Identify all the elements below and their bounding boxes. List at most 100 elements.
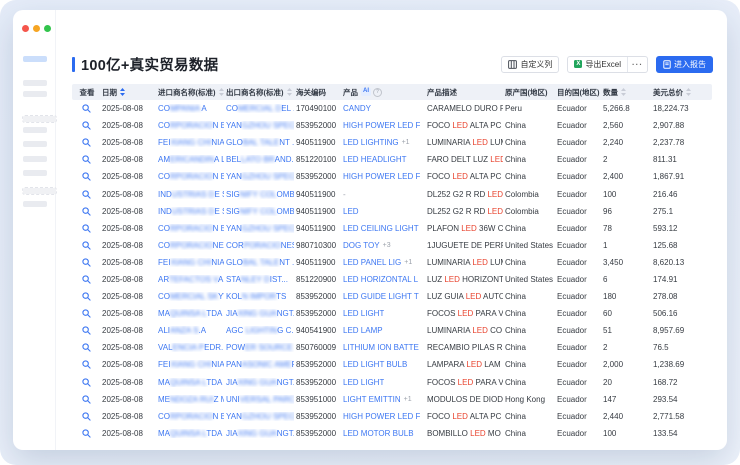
- more-options-button[interactable]: ···: [627, 57, 647, 72]
- quantity-cell: 78: [601, 224, 651, 233]
- importer-name-link[interactable]: ALIANZA S.A: [156, 326, 224, 335]
- magnifier-icon[interactable]: [82, 429, 91, 438]
- product-link[interactable]: DOG TOY: [343, 241, 380, 250]
- importer-name-link[interactable]: COMERCIAL SKYWI...: [156, 292, 224, 301]
- magnifier-icon[interactable]: [82, 275, 91, 284]
- exporter-name-link[interactable]: YANGZHOU SPECIAL LI...: [224, 172, 294, 181]
- export-excel-button[interactable]: X 导出Excel: [568, 57, 627, 72]
- product-link[interactable]: LIGHT EMITTIN: [343, 395, 401, 404]
- importer-name-link[interactable]: MENDOZA RUIZ M...: [156, 395, 224, 404]
- exporter-name-link[interactable]: UNIVERSAL PARCEL ...: [224, 395, 294, 404]
- product-link[interactable]: HIGH POWER LED F: [343, 412, 420, 421]
- product-link[interactable]: LED HORIZONTAL L: [343, 275, 418, 284]
- exporter-name-link[interactable]: YANGZHOU SPECIAL LI...: [224, 121, 294, 130]
- importer-name-link[interactable]: ARTEFACTOS VARA...: [156, 275, 224, 284]
- magnifier-icon[interactable]: [82, 309, 91, 318]
- magnifier-icon[interactable]: [82, 292, 91, 301]
- destination-country-cell: Ecuador: [555, 395, 601, 404]
- magnifier-icon[interactable]: [82, 343, 91, 352]
- importer-name-link[interactable]: CORPORACION E...: [156, 121, 224, 130]
- product-link[interactable]: LED CEILING LIGHT: [343, 224, 419, 233]
- sort-icon[interactable]: [219, 88, 224, 96]
- exporter-name-link[interactable]: YANGZHOU SPECIAL LI...: [224, 224, 294, 233]
- magnifier-icon[interactable]: [82, 104, 91, 113]
- magnifier-icon[interactable]: [82, 395, 91, 404]
- importer-name-link[interactable]: FEIXIANG CHINIA ...: [156, 360, 224, 369]
- exporter-name-link[interactable]: JIAXING GUANGT...: [224, 429, 294, 438]
- product-link[interactable]: LED LIGHT: [343, 309, 384, 318]
- product-link[interactable]: LED LAMP: [343, 326, 383, 335]
- product-link[interactable]: LED MOTOR BULB: [343, 429, 414, 438]
- quantity-cell: 20: [601, 378, 651, 387]
- highlighted-keyword: LED: [487, 190, 503, 199]
- magnifier-icon[interactable]: [82, 224, 91, 233]
- exporter-name-link[interactable]: GLOBAL TALENT ...: [224, 258, 294, 267]
- column-header-view: 查看: [72, 87, 100, 98]
- exporter-name-link[interactable]: JIAXING GUANGT...: [224, 378, 294, 387]
- sort-icon[interactable]: [120, 88, 125, 96]
- magnifier-icon[interactable]: [82, 241, 91, 250]
- magnifier-icon[interactable]: [82, 412, 91, 421]
- importer-name-link[interactable]: INDUSTRIAS DE SIS...: [156, 190, 224, 199]
- magnifier-icon[interactable]: [82, 207, 91, 216]
- importer-name-link[interactable]: AMERICANDINA LTDA: [156, 155, 224, 164]
- exporter-name-link[interactable]: YANGZHOU SPECIAL LI...: [224, 412, 294, 421]
- exporter-name-link[interactable]: JIAXING GUANGT...: [224, 309, 294, 318]
- magnifier-icon[interactable]: [82, 138, 91, 147]
- product-link[interactable]: LED GUIDE LIGHT T: [343, 292, 419, 301]
- magnifier-icon[interactable]: [82, 155, 91, 164]
- magnifier-icon[interactable]: [82, 360, 91, 369]
- importer-name-link[interactable]: MAQUINSA LTDA: [156, 309, 224, 318]
- exporter-name-link[interactable]: BELLATO BRAND...: [224, 155, 294, 164]
- importer-name-link[interactable]: COMPANIA A: [156, 104, 224, 113]
- magnifier-icon[interactable]: [82, 258, 91, 267]
- company-name-blurred: VERSAL PARC: [240, 395, 294, 404]
- customize-columns-button[interactable]: 自定义列: [501, 56, 559, 73]
- product-link[interactable]: LED: [343, 207, 359, 216]
- quantity-cell: 147: [601, 395, 651, 404]
- exporter-name-link[interactable]: SIGNIFY COLOMB...: [224, 207, 294, 216]
- exporter-name-link[interactable]: CORPORACIONES...: [224, 241, 294, 250]
- importer-name-link[interactable]: MAQUINSA LTDA: [156, 378, 224, 387]
- importer-name-link[interactable]: VALENCIA PEDR...: [156, 343, 224, 352]
- product-link[interactable]: LED LIGHT: [343, 378, 384, 387]
- importer-name-link[interactable]: CORPORACION E...: [156, 224, 224, 233]
- importer-name-link[interactable]: FEIXIANG CHINIA ...: [156, 258, 224, 267]
- importer-name-link[interactable]: INDUSTRIAS DE SIS...: [156, 207, 224, 216]
- table-row: 2025-08-08ARTEFACTOS VARA...STANLEY DIST…: [72, 271, 712, 288]
- exporter-name-link[interactable]: COMERCIAL DEL ...: [224, 104, 294, 113]
- importer-name-link[interactable]: FEIXIANG CHINIA ...: [156, 138, 224, 147]
- product-link[interactable]: LED LIGHT BULB: [343, 360, 407, 369]
- hs-code-cell: 940511900: [294, 224, 341, 233]
- product-link[interactable]: LED HEADLIGHT: [343, 155, 407, 164]
- importer-name-link[interactable]: CORPORACIONES...: [156, 241, 224, 250]
- magnifier-icon[interactable]: [82, 326, 91, 335]
- sort-icon[interactable]: [621, 88, 626, 96]
- sort-icon[interactable]: [287, 88, 292, 96]
- product-link[interactable]: LITHIUM ION BATTE: [343, 343, 419, 352]
- product-link[interactable]: HIGH POWER LED F: [343, 172, 420, 181]
- exporter-name-link[interactable]: AGC LIGHTING C...: [224, 326, 294, 335]
- product-link[interactable]: LED PANEL LIG: [343, 258, 401, 267]
- importer-name-link[interactable]: MAQUINSA LTDA: [156, 429, 224, 438]
- product-link[interactable]: LED LIGHTING: [343, 138, 399, 147]
- exporter-name-link[interactable]: KOLN IMPORTS: [224, 292, 294, 301]
- trade-data-table: 查看日期进口商名称(标准)出口商名称(标准)海关编码产品AI?产品描述原产国(地…: [72, 84, 712, 442]
- importer-name-link[interactable]: CORPORACION E...: [156, 172, 224, 181]
- exporter-name-link[interactable]: SIGNIFY COLOMB...: [224, 190, 294, 199]
- exporter-name-link[interactable]: GLOBAL TALENT ...: [224, 138, 294, 147]
- importer-name-link[interactable]: CORPORACION E...: [156, 412, 224, 421]
- exporter-name-link[interactable]: STANLEY DIST...: [224, 275, 294, 284]
- magnifier-icon[interactable]: [82, 378, 91, 387]
- exporter-name-link[interactable]: PANASONIC AMERIC...: [224, 360, 294, 369]
- magnifier-icon[interactable]: [82, 121, 91, 130]
- sort-icon[interactable]: [686, 88, 691, 96]
- product-link[interactable]: HIGH POWER LED F: [343, 121, 420, 130]
- column-label: 产品描述: [427, 87, 457, 98]
- enter-report-button[interactable]: 进入报告: [656, 56, 713, 73]
- product-link[interactable]: CANDY: [343, 104, 371, 113]
- info-icon[interactable]: ?: [373, 88, 382, 97]
- magnifier-icon[interactable]: [82, 190, 91, 199]
- exporter-name-link[interactable]: POWER SOURCE GR...: [224, 343, 294, 352]
- magnifier-icon[interactable]: [82, 172, 91, 181]
